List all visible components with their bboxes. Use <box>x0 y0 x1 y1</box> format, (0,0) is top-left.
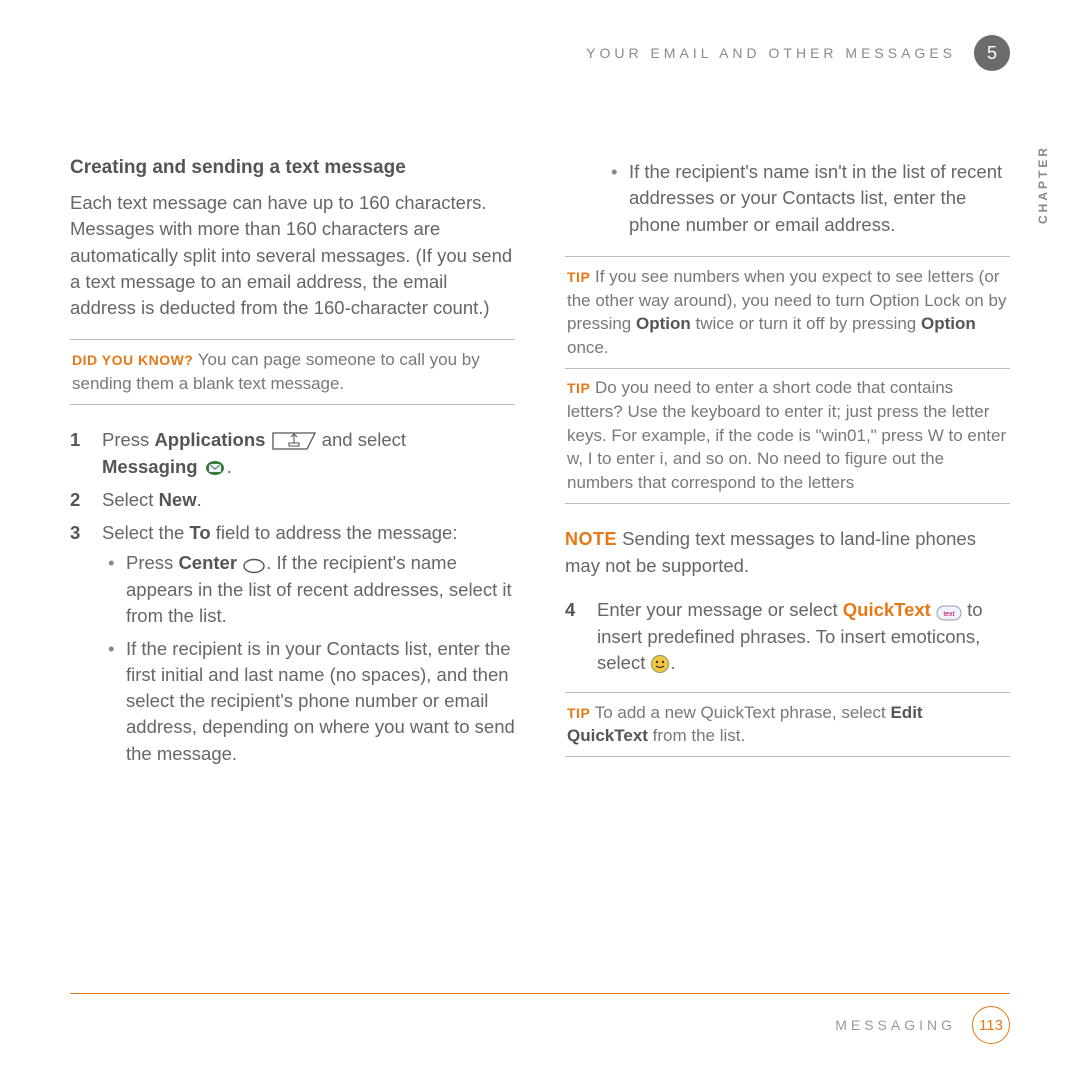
step-2: 2 Select New. <box>70 487 515 513</box>
svg-text:text: text <box>943 611 954 618</box>
step-3: 3 Select the To field to address the mes… <box>70 520 515 773</box>
page-footer: MESSAGING 113 <box>70 993 1010 1044</box>
applications-key-icon <box>271 428 317 454</box>
tip-short-code: TIP Do you need to enter a short code th… <box>565 368 1010 504</box>
center-button-icon <box>242 551 266 577</box>
note-label: NOTE <box>565 529 617 549</box>
intro-paragraph: Each text message can have up to 160 cha… <box>70 190 515 321</box>
bullet-dot: • <box>108 636 116 767</box>
new-label: New <box>159 489 197 510</box>
did-you-know-label: DID YOU KNOW? <box>72 352 193 368</box>
center-label: Center <box>178 552 237 573</box>
note-landline: NOTE Sending text messages to land-line … <box>565 526 1010 579</box>
step-1: 1 Press Applications and select Messagin… <box>70 427 515 481</box>
step-4: 4 Enter your message or select QuickText… <box>565 597 1010 678</box>
tip-option-lock: TIP If you see numbers when you expect t… <box>565 256 1010 369</box>
page-number-badge: 113 <box>972 1006 1010 1044</box>
left-column: Creating and sending a text message Each… <box>70 155 515 779</box>
emoticon-icon <box>650 651 670 677</box>
tip-label: TIP <box>567 380 590 396</box>
step-number: 1 <box>70 427 86 481</box>
step-number: 3 <box>70 520 86 773</box>
section-heading: Creating and sending a text message <box>70 155 515 182</box>
quicktext-label: QuickText <box>843 599 931 620</box>
chapter-number-badge: 5 <box>974 35 1010 71</box>
tip-label: TIP <box>567 705 590 721</box>
footer-section: MESSAGING <box>835 1017 956 1033</box>
bullet-dot: • <box>611 159 619 238</box>
tip-edit-quicktext: TIP To add a new QuickText phrase, selec… <box>565 692 1010 758</box>
did-you-know-callout: DID YOU KNOW? You can page someone to ca… <box>70 339 515 405</box>
bullet-press-center: • Press Center . If the recipient's name… <box>102 550 515 630</box>
messaging-app-icon <box>203 455 227 481</box>
bullet-not-in-list: • If the recipient's name isn't in the l… <box>605 159 1010 238</box>
quicktext-icon: text <box>936 598 962 624</box>
running-head: YOUR EMAIL AND OTHER MESSAGES <box>586 45 956 61</box>
bullet-dot: • <box>108 550 116 630</box>
right-column: • If the recipient's name isn't in the l… <box>565 155 1010 779</box>
bullet-contacts: • If the recipient is in your Contacts l… <box>102 636 515 767</box>
chapter-vertical-label: CHAPTER <box>1036 145 1050 224</box>
applications-label: Applications <box>154 429 265 450</box>
to-field-label: To <box>189 522 210 543</box>
tip-label: TIP <box>567 269 590 285</box>
step-number: 4 <box>565 597 581 678</box>
messaging-label: Messaging <box>102 456 198 477</box>
step-number: 2 <box>70 487 86 513</box>
